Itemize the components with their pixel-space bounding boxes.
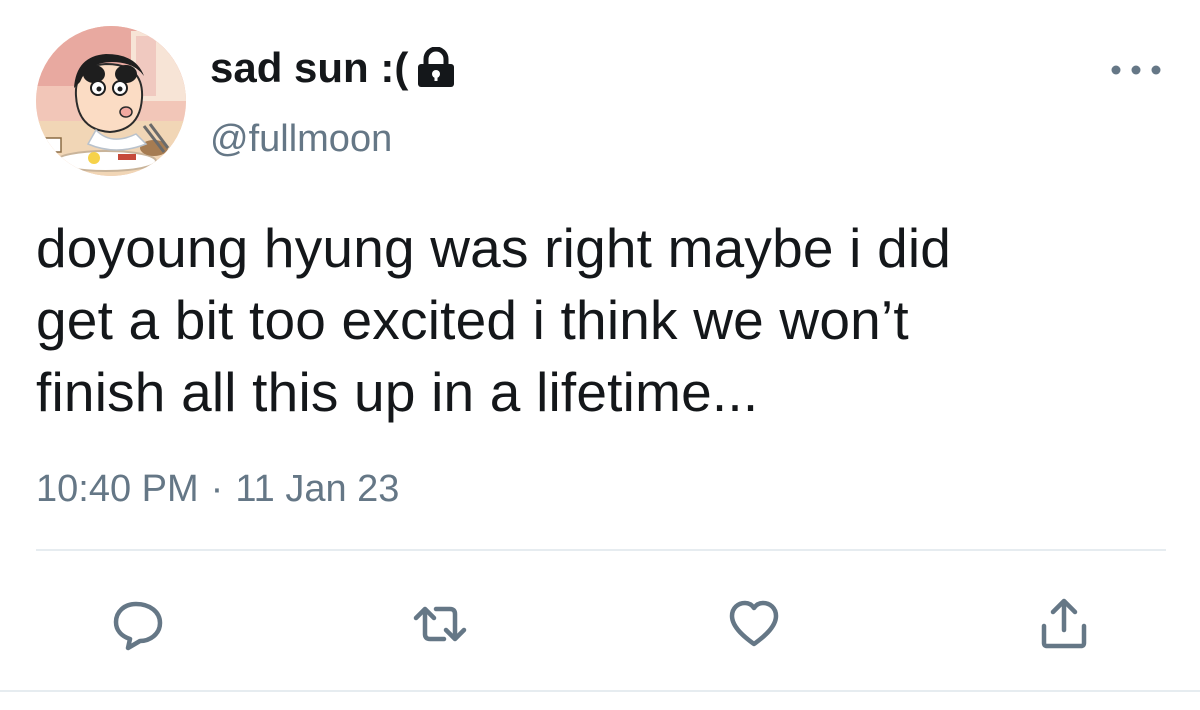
share-button[interactable] — [1036, 596, 1092, 652]
avatar[interactable] — [36, 26, 186, 176]
share-icon — [1041, 598, 1087, 649]
tweet-text: doyoung hyung was right maybe i did get … — [36, 212, 1166, 428]
bottom-divider — [0, 690, 1200, 692]
retweet-icon — [413, 606, 467, 642]
more-options-icon[interactable] — [1108, 58, 1164, 82]
like-button[interactable] — [726, 596, 782, 652]
tweet-text-line: get a bit too excited i think we won’t — [36, 289, 909, 351]
heart-icon — [729, 600, 779, 647]
display-name-text: sad sun :( — [210, 44, 409, 91]
tweet-time: 10:40 PM — [36, 468, 199, 510]
timestamp[interactable]: 10:40 PM · 11 Jan 23 — [36, 468, 399, 511]
tweet-text-line: finish all this up in a lifetime... — [36, 361, 759, 423]
tweet-date: 11 Jan 23 — [235, 468, 400, 510]
reply-icon — [113, 601, 163, 651]
tweet-card: sad sun :( @fullmoon doyoung hyung was r… — [0, 0, 1200, 710]
retweet-button[interactable] — [412, 596, 468, 652]
timestamp-separator: · — [210, 468, 224, 510]
lock-icon — [416, 46, 456, 89]
avatar-image — [36, 26, 186, 176]
divider — [36, 549, 1166, 551]
user-handle[interactable]: @fullmoon — [210, 118, 392, 161]
display-name[interactable]: sad sun :( — [210, 44, 456, 92]
reply-button[interactable] — [110, 596, 166, 652]
tweet-text-line: doyoung hyung was right maybe i did — [36, 217, 952, 279]
